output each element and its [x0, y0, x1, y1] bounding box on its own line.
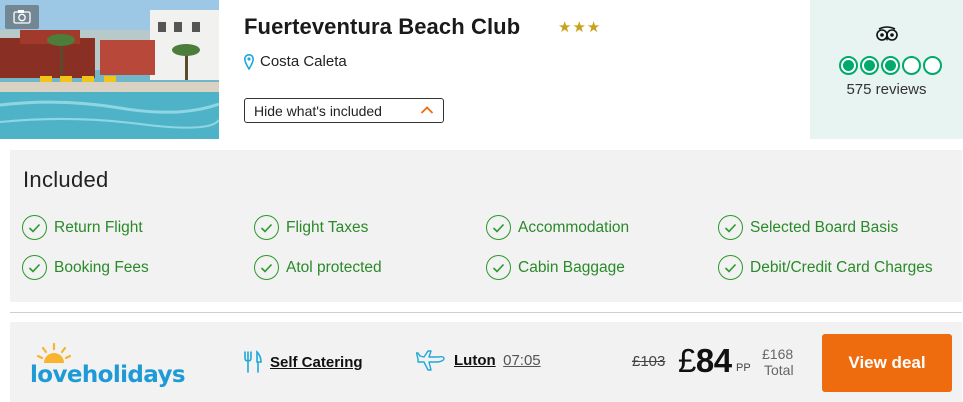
rating-bubble-empty: [902, 56, 921, 75]
included-item-label: Atol protected: [286, 258, 382, 276]
flight-info[interactable]: Luton 07:05: [416, 350, 541, 372]
included-title: Included: [23, 167, 109, 192]
review-count[interactable]: 575 reviews: [810, 81, 963, 98]
included-item: Return Flight: [22, 215, 143, 240]
provider-name: loveholidays: [30, 362, 186, 388]
price-currency: £: [678, 342, 696, 379]
per-person-label: PP: [736, 362, 751, 374]
sun-icon: [36, 342, 72, 363]
check-circle-icon: [486, 215, 511, 240]
included-item-label: Accommodation: [518, 218, 630, 236]
rating-bubble-empty: [923, 56, 942, 75]
plane-icon: [416, 350, 445, 371]
camera-icon: [13, 10, 31, 24]
price-per-person: £84: [678, 342, 732, 380]
section-divider: [10, 312, 962, 313]
board-basis-label: Self Catering: [270, 353, 363, 371]
hotel-location: Costa Caleta: [244, 53, 347, 70]
check-circle-icon: [718, 255, 743, 280]
rating-bubbles: [839, 56, 942, 75]
view-deal-button[interactable]: View deal: [822, 334, 952, 392]
included-item: Atol protected: [254, 255, 382, 280]
original-price: £103: [632, 353, 666, 370]
check-circle-icon: [22, 215, 47, 240]
included-item: Flight Taxes: [254, 215, 368, 240]
included-panel: Included Return Flight Flight Taxes Acco…: [10, 150, 962, 302]
rating-bubble-full: [881, 56, 900, 75]
check-circle-icon: [22, 255, 47, 280]
included-item-label: Flight Taxes: [286, 218, 369, 236]
included-item: Booking Fees: [22, 255, 149, 280]
departure-airport: Luton: [454, 352, 496, 369]
hotel-name[interactable]: Fuerteventura Beach Club: [244, 14, 520, 40]
included-item-label: Selected Board Basis: [750, 218, 899, 236]
check-circle-icon: [718, 215, 743, 240]
star-icon: ★: [586, 19, 601, 36]
total-price: £168: [762, 346, 794, 362]
tripadvisor-rating[interactable]: 575 reviews: [810, 0, 963, 139]
location-label: Costa Caleta: [260, 53, 347, 70]
star-icon: ★: [572, 19, 586, 36]
rating-bubble-full: [860, 56, 879, 75]
included-item-label: Booking Fees: [54, 258, 149, 276]
check-circle-icon: [254, 255, 279, 280]
included-item: Cabin Baggage: [486, 255, 625, 280]
check-circle-icon: [486, 255, 511, 280]
included-item: Selected Board Basis: [718, 215, 898, 240]
included-item-label: Return Flight: [54, 218, 143, 236]
toggle-label: Hide what's included: [254, 102, 382, 119]
rating-bubble-full: [839, 56, 858, 75]
included-item-label: Debit/Credit Card Charges: [750, 258, 933, 276]
hotel-card-header: Fuerteventura Beach Club ★ ★ ★ Costa Cal…: [0, 0, 963, 140]
included-item: Accommodation: [486, 215, 629, 240]
check-circle-icon: [254, 215, 279, 240]
chevron-up-icon: [420, 106, 434, 114]
price-amount: 84: [695, 342, 732, 379]
star-rating: ★ ★ ★: [558, 20, 600, 35]
provider-logo[interactable]: loveholidays: [30, 342, 186, 388]
total-label: Total: [764, 362, 794, 378]
star-icon: ★: [558, 19, 572, 36]
tripadvisor-owl-icon: [876, 26, 898, 41]
board-basis[interactable]: Self Catering: [242, 350, 363, 374]
gallery-button[interactable]: [5, 5, 39, 29]
deal-row: loveholidays Self Catering Luton 07:05 £…: [10, 322, 962, 402]
cutlery-icon: [244, 350, 262, 373]
included-item: Debit/Credit Card Charges: [718, 255, 933, 280]
hotel-photo[interactable]: [0, 0, 219, 139]
map-pin-icon: [244, 53, 254, 70]
included-item-label: Cabin Baggage: [518, 258, 625, 276]
hide-included-toggle[interactable]: Hide what's included: [244, 98, 444, 123]
departure-time: 07:05: [503, 352, 541, 369]
